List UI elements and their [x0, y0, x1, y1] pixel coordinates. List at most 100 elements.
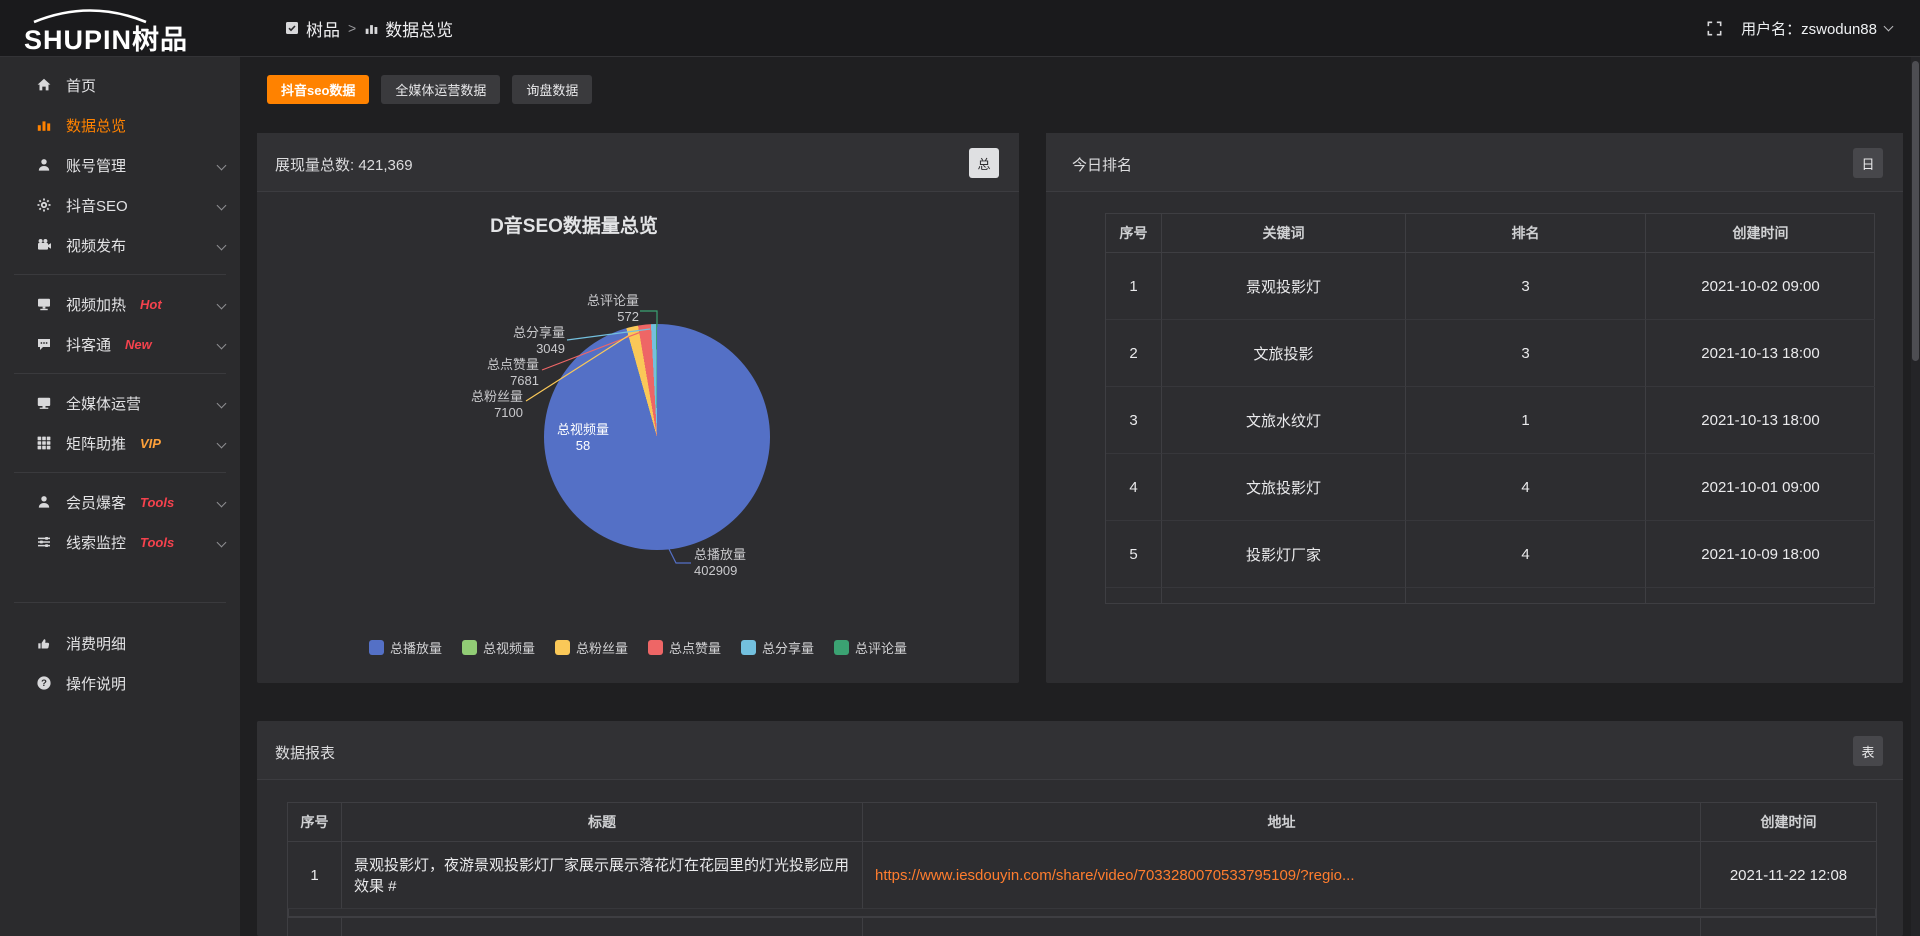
- pie-label-plays: 总播放量402909: [694, 547, 804, 579]
- chevron-down-icon: [217, 439, 227, 449]
- sidebar-item-consume-detail[interactable]: 消费明细: [0, 623, 240, 663]
- screen-icon: [36, 296, 52, 312]
- breadcrumb-root[interactable]: 树品: [284, 16, 340, 41]
- tab-douyin-seo-data[interactable]: 抖音seo数据: [267, 75, 369, 104]
- sidebar-item-douyin-seo[interactable]: 抖音SEO: [0, 185, 240, 225]
- chevron-down-icon: [217, 498, 227, 508]
- logo-text: SHUPIN树品: [24, 18, 188, 57]
- legend-item-likes[interactable]: 总点赞量: [648, 638, 721, 657]
- user-icon: [36, 494, 52, 510]
- user-icon: [36, 157, 52, 173]
- sidebar-item-matrix-boost[interactable]: 矩阵助推 VIP: [0, 423, 240, 463]
- legend-item-fans[interactable]: 总粉丝量: [555, 638, 628, 657]
- rank-table-header: 序号 关键词 排名 创建时间: [1106, 214, 1874, 253]
- badge-hot: Hot: [140, 297, 162, 312]
- sidebar-item-video-heat[interactable]: 视频加热 Hot: [0, 284, 240, 324]
- table-row: 1 景观投影灯 3 2021-10-02 09:00: [1106, 253, 1874, 320]
- overview-chart-card: 展现量总数: 421,369 总 D音SEO数据量总览 总评论量572 总分享量…: [257, 133, 1019, 683]
- pie-label-fans: 总粉丝量7100: [441, 389, 523, 421]
- chevron-down-icon: [217, 241, 227, 251]
- window-scrollbar[interactable]: [1911, 57, 1920, 936]
- report-title-cell: 景观投影灯，夜游景观投影灯厂家展示展示落花灯在花园里的灯光投影应用效果 #: [342, 842, 863, 909]
- sidebar-item-clue-monitor[interactable]: 线索监控 Tools: [0, 522, 240, 562]
- video-link[interactable]: https://www.iesdouyin.com/share/video/70…: [875, 867, 1355, 884]
- data-type-tabs: 抖音seo数据 全媒体运营数据 询盘数据: [267, 75, 592, 104]
- logo[interactable]: SHUPIN树品: [24, 10, 244, 50]
- col-header-title: 标题: [342, 803, 863, 842]
- chevron-down-icon: [217, 340, 227, 350]
- sidebar-item-help[interactable]: ? 操作说明: [0, 663, 240, 703]
- table-row: 5 投影灯厂家 4 2021-10-09 18:00: [1106, 521, 1874, 588]
- breadcrumb-root-label: 树品: [306, 16, 340, 41]
- thumb-up-icon: [36, 635, 52, 651]
- mode-day-button[interactable]: 日: [1853, 148, 1883, 178]
- col-header-index: 序号: [288, 803, 342, 842]
- legend-item-videos[interactable]: 总视频量: [462, 638, 535, 657]
- breadcrumb-current-label: 数据总览: [385, 16, 453, 41]
- card-header: 今日排名 日: [1046, 133, 1903, 192]
- rank-table: 序号 关键词 排名 创建时间 1 景观投影灯 3 2021-10-02 09:0…: [1105, 213, 1875, 604]
- sidebar-divider: [14, 472, 226, 473]
- chevron-down-icon: [217, 300, 227, 310]
- sidebar-item-data-overview[interactable]: 数据总览: [0, 105, 240, 145]
- grid-icon: [36, 435, 52, 451]
- table-row: 4 文旅投影灯 4 2021-10-01 09:00: [1106, 454, 1874, 521]
- tab-inquiry-data[interactable]: 询盘数据: [512, 75, 592, 104]
- pie-chart-title: D音SEO数据量总览: [444, 211, 704, 238]
- video-camera-icon: [36, 237, 52, 253]
- legend-item-shares[interactable]: 总分享量: [741, 638, 814, 657]
- badge-tools: Tools: [140, 495, 174, 510]
- sidebar-item-video-publish[interactable]: 视频发布: [0, 225, 240, 265]
- sidebar-item-member-tools[interactable]: 会员爆客 Tools: [0, 482, 240, 522]
- data-report-card: 数据报表 表 序号 标题 地址 创建时间 1 景观投影灯，夜游景观投影灯厂家展示…: [257, 721, 1903, 936]
- report-card-title: 数据报表: [275, 742, 335, 763]
- pie-label-likes: 总点赞量7681: [453, 357, 539, 389]
- breadcrumb-separator: >: [348, 20, 356, 36]
- chevron-down-icon: [217, 201, 227, 211]
- badge-vip: VIP: [140, 436, 161, 451]
- username-label: 用户名：zswodun88: [1741, 18, 1877, 39]
- table-row: 2 文旅投影 3 2021-10-13 18:00: [1106, 320, 1874, 387]
- card-header: 展现量总数: 421,369 总: [257, 133, 1019, 192]
- table-row-clipped: [288, 917, 1876, 936]
- legend-item-plays[interactable]: 总播放量: [369, 638, 442, 657]
- fullscreen-icon[interactable]: [1706, 20, 1723, 37]
- tab-media-operation-data[interactable]: 全媒体运营数据: [381, 75, 500, 104]
- report-table: 序号 标题 地址 创建时间 1 景观投影灯，夜游景观投影灯厂家展示展示落花灯在花…: [287, 802, 1877, 936]
- table-row: 3 文旅水纹灯 1 2021-10-13 18:00: [1106, 387, 1874, 454]
- sidebar-item-home[interactable]: 首页: [0, 65, 240, 105]
- breadcrumb-current[interactable]: 数据总览: [364, 16, 453, 41]
- svg-text:?: ?: [41, 678, 47, 689]
- chevron-down-icon: [217, 538, 227, 548]
- sidebar: 首页 数据总览 账号管理 抖音SEO 视频发布 视频加热 Hot: [0, 57, 240, 936]
- sidebar-item-douketong[interactable]: 抖客通 New: [0, 324, 240, 364]
- badge-tools: Tools: [140, 535, 174, 550]
- sidebar-item-account[interactable]: 账号管理: [0, 145, 240, 185]
- table-row-clipped: [1106, 588, 1874, 604]
- chevron-down-icon: [217, 161, 227, 171]
- col-header-index: 序号: [1106, 214, 1162, 253]
- col-header-created: 创建时间: [1646, 214, 1875, 253]
- topbar-right: 用户名：zswodun88: [1706, 0, 1892, 56]
- chat-icon: [36, 336, 52, 352]
- sidebar-item-media-operation[interactable]: 全媒体运营: [0, 383, 240, 423]
- mode-total-button[interactable]: 总: [969, 148, 999, 178]
- legend-item-comments[interactable]: 总评论量: [834, 638, 907, 657]
- app-window: SHUPIN树品 树品 > 数据总览 用户名：zswodun88: [0, 0, 1920, 936]
- mode-table-button[interactable]: 表: [1853, 736, 1883, 766]
- pie-legend: 总播放量 总视频量 总粉丝量 总点赞量 总分享量 总评论量: [257, 638, 1019, 657]
- report-table-header: 序号 标题 地址 创建时间: [288, 803, 1876, 842]
- sidebar-divider: [14, 373, 226, 374]
- pie-label-videos: 总视频量58: [545, 422, 621, 454]
- table-scroll-gap: [288, 909, 1876, 917]
- breadcrumb: 树品 > 数据总览: [284, 0, 453, 56]
- scrollbar-thumb[interactable]: [1912, 61, 1919, 361]
- app-square-icon: [284, 20, 300, 36]
- card-header: 数据报表 表: [257, 721, 1903, 780]
- today-rank-card: 今日排名 日 序号 关键词 排名 创建时间 1 景观投影灯 3 2021-10-…: [1046, 133, 1903, 683]
- pie-label-shares: 总分享量3049: [479, 325, 565, 357]
- bar-chart-icon: [364, 21, 379, 36]
- sidebar-divider: [14, 274, 226, 275]
- user-menu[interactable]: 用户名：zswodun88: [1741, 18, 1892, 39]
- col-header-url: 地址: [863, 803, 1701, 842]
